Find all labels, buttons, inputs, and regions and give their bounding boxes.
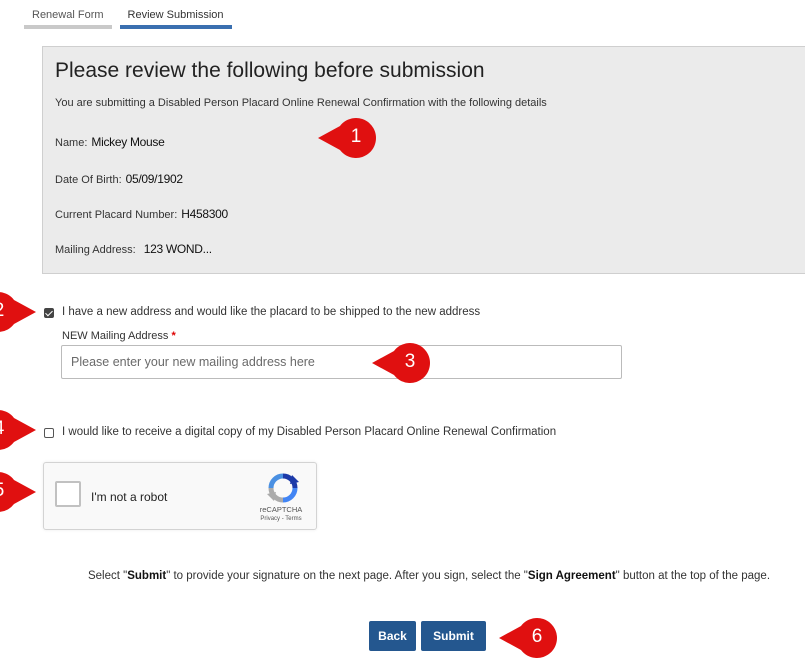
field-name-value: Mickey Mouse (91, 135, 165, 149)
new-address-checkbox-label: I have a new address and would like the … (62, 306, 481, 318)
tab-renewal-form[interactable]: Renewal Form (24, 9, 112, 29)
callout-5: 5 (0, 472, 36, 512)
field-placard-label: Current Placard Number: (55, 209, 178, 221)
field-dob-value: 05/09/1902 (125, 172, 183, 186)
callout-5-number: 5 (0, 480, 14, 502)
review-submission-page: Renewal Form Review Submission Please re… (0, 0, 805, 658)
step-tabs: Renewal Form Review Submission (24, 9, 232, 29)
note-part3: " button at the top of the page. (615, 570, 771, 582)
recaptcha-logo-icon (267, 473, 299, 503)
callout-2: 2 (0, 292, 36, 332)
callout-6-number: 6 (531, 626, 543, 647)
required-marker: * (171, 330, 176, 342)
callout-3-number: 3 (404, 351, 416, 372)
callout-1-number: 1 (350, 126, 362, 147)
tab-review-submission[interactable]: Review Submission (119, 9, 232, 29)
field-placard-number: Current Placard Number: H458300 (55, 207, 228, 221)
note-part1: Select " (87, 570, 128, 582)
field-address-value: 123 WOND... (143, 242, 212, 256)
note-part2: " to provide your signature on the next … (166, 570, 528, 582)
review-title: Please review the following before submi… (55, 59, 485, 82)
digital-copy-checkbox[interactable] (44, 428, 54, 438)
field-dob-label: Date Of Birth: (55, 174, 122, 186)
field-placard-value: H458300 (181, 207, 228, 221)
recaptcha-privacy-terms-link[interactable]: Privacy - Terms (250, 516, 312, 522)
callout-4-number: 4 (0, 418, 14, 440)
field-name-label: Name: (55, 137, 88, 149)
field-address-label: Mailing Address: (55, 244, 136, 256)
review-panel: Please review the following before submi… (42, 46, 805, 274)
recaptcha-label: I'm not a robot (91, 490, 168, 504)
field-mailing-address: Mailing Address: 123 WOND... (55, 242, 212, 256)
recaptcha-checkbox[interactable] (55, 481, 81, 507)
note-submit-word: Submit (127, 570, 167, 582)
review-subtitle: You are submitting a Disabled Person Pla… (55, 97, 547, 109)
callout-1: 1 (318, 118, 376, 158)
new-address-label: NEW Mailing Address * (62, 330, 176, 342)
field-name: Name: Mickey Mouse (55, 135, 165, 149)
back-button[interactable]: Back (369, 621, 416, 651)
digital-copy-checkbox-label: I would like to receive a digital copy o… (62, 426, 557, 438)
new-address-checkbox[interactable] (44, 308, 54, 318)
callout-6: 6 (499, 618, 557, 658)
recaptcha-widget: I'm not a robot reCAPTCHA Privacy - Term… (43, 462, 317, 530)
callout-4: 4 (0, 410, 36, 450)
field-dob: Date Of Birth: 05/09/1902 (55, 172, 183, 186)
callout-2-number: 2 (0, 300, 14, 322)
signature-note: Select "Submit" to provide your signatur… (56, 568, 802, 584)
note-sign-agreement-word: Sign Agreement (527, 570, 616, 582)
new-address-input[interactable] (61, 345, 622, 379)
new-address-label-text: NEW Mailing Address (62, 330, 169, 342)
recaptcha-brand: reCAPTCHA (259, 505, 303, 514)
callout-3: 3 (372, 343, 430, 383)
submit-button[interactable]: Submit (421, 621, 486, 651)
